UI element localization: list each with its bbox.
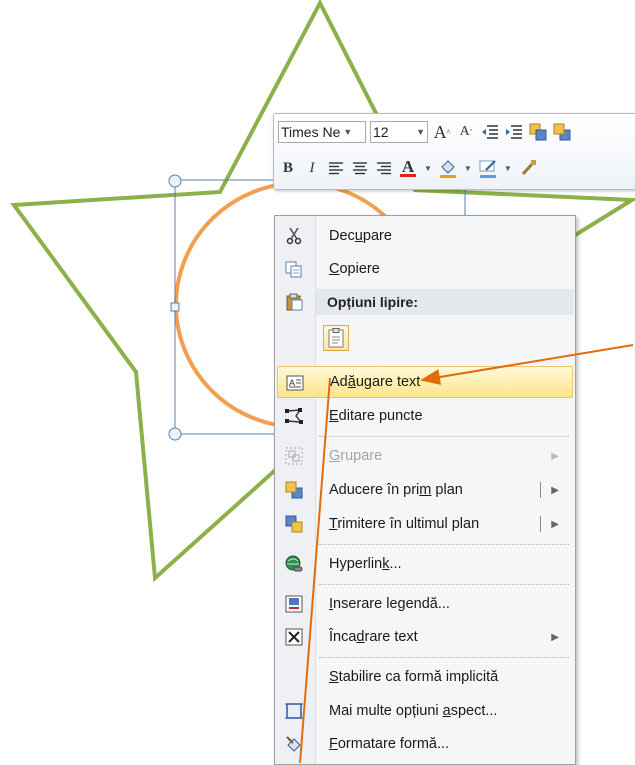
pen-outline-icon: [479, 160, 496, 178]
submenu-arrow-icon[interactable]: ▶: [551, 485, 559, 496]
resize-handle-bottom-left[interactable]: [168, 427, 182, 441]
align-left-icon: [329, 162, 343, 175]
align-right-icon: [377, 162, 391, 175]
context-menu: Decupare Copiere Opțiuni lipire: A Adăug…: [274, 215, 576, 765]
edit-points-icon: [285, 407, 303, 425]
menu-item-set-default-shape[interactable]: Stabilire ca formă implicită: [277, 661, 573, 693]
send-backward-icon: [285, 515, 303, 533]
mini-toolbar-row-1: Times Ne ▼ 12 ▼ A ^ Aˇ: [278, 118, 572, 146]
menu-item-label: Adăugare text: [330, 374, 421, 390]
decrease-indent-icon: [482, 125, 498, 139]
paint-bucket-icon: [439, 160, 456, 178]
chevron-down-icon[interactable]: ▼: [504, 164, 512, 173]
shape-fill-button[interactable]: [438, 157, 458, 179]
menu-item-label: Mai multe opțiuni aspect...: [329, 703, 498, 719]
menu-item-bring-forward[interactable]: Aducere în prim plan ▶: [277, 474, 573, 506]
menu-item-label: Formatare formă...: [329, 736, 450, 752]
shrink-font-button[interactable]: Aˇ: [456, 121, 476, 143]
caption-icon: [285, 595, 303, 613]
font-name-value: Times Ne: [281, 124, 341, 140]
bring-to-front-button[interactable]: [528, 121, 548, 143]
format-painter-icon: [521, 160, 536, 176]
resize-handle-left[interactable]: [170, 302, 180, 312]
paste-options-label: Opțiuni lipire:: [327, 294, 418, 310]
shape-outline-button[interactable]: [478, 157, 498, 179]
menu-item-label: Decupare: [329, 228, 392, 244]
menu-separator: [319, 584, 569, 585]
submenu-arrow-icon[interactable]: ▶: [551, 519, 559, 530]
menu-item-format-shape[interactable]: Formatare formă...: [277, 728, 573, 760]
menu-item-wrap-text[interactable]: Încadrare text ▶: [277, 621, 573, 653]
align-right-button[interactable]: [374, 157, 394, 179]
increase-indent-button[interactable]: [504, 121, 524, 143]
font-size-value: 12: [373, 124, 389, 140]
font-color-icon: A: [401, 156, 415, 176]
copy-icon: [285, 260, 303, 278]
paste-options-header: Opțiuni lipire:: [316, 289, 574, 315]
send-to-back-icon: [553, 123, 571, 141]
submenu-arrow-icon: ▶: [551, 450, 559, 462]
menu-item-more-layout-options[interactable]: Mai multe opțiuni aspect...: [277, 695, 573, 727]
menu-separator: [319, 544, 569, 545]
bold-button[interactable]: B: [278, 157, 298, 179]
chevron-down-icon[interactable]: ▼: [464, 164, 472, 173]
italic-button[interactable]: I: [302, 157, 322, 179]
align-center-icon: [353, 162, 367, 175]
layout-options-icon: [285, 702, 303, 720]
format-painter-button[interactable]: [518, 157, 538, 179]
increase-indent-icon: [506, 125, 522, 139]
menu-item-label: Încadrare text: [329, 629, 418, 645]
mini-toolbar: Times Ne ▼ 12 ▼ A ^ Aˇ B I A ▼ ▼ ▼: [273, 113, 635, 190]
chevron-down-icon: ▼: [343, 127, 353, 137]
chevron-down-icon: ▼: [416, 127, 425, 137]
shrink-font-icon: A: [459, 124, 470, 139]
menu-item-add-text[interactable]: A Adăugare text: [277, 366, 573, 398]
menu-item-cut[interactable]: Decupare: [277, 220, 573, 252]
hyperlink-icon: [285, 555, 303, 573]
menu-separator: [319, 436, 569, 437]
menu-item-copy[interactable]: Copiere: [277, 253, 573, 285]
menu-item-send-backward[interactable]: Trimitere în ultimul plan ▶: [277, 508, 573, 540]
decrease-indent-button[interactable]: [480, 121, 500, 143]
align-left-button[interactable]: [326, 157, 346, 179]
submenu-arrow-icon: ▶: [551, 631, 559, 643]
menu-item-label: Hyperlink...: [329, 556, 402, 572]
font-size-combo[interactable]: 12 ▼: [370, 121, 428, 143]
wrap-text-icon: [285, 628, 303, 646]
scissors-icon: [285, 227, 303, 245]
menu-item-label: Editare puncte: [329, 408, 423, 424]
format-shape-icon: [285, 735, 303, 753]
grow-font-icon: A: [433, 121, 447, 142]
menu-item-label: Stabilire ca formă implicită: [329, 669, 499, 685]
menu-item-hyperlink[interactable]: Hyperlink...: [277, 548, 573, 580]
font-name-combo[interactable]: Times Ne ▼: [278, 121, 366, 143]
grow-font-button[interactable]: A ^: [432, 121, 452, 143]
clipboard-icon: [328, 328, 344, 348]
paste-keep-text-only-button[interactable]: [323, 325, 349, 351]
mini-toolbar-row-2: B I A ▼ ▼ ▼: [278, 154, 538, 182]
bring-forward-icon: [285, 481, 303, 499]
menu-item-label: Aducere în prim plan: [329, 482, 463, 498]
menu-item-insert-caption[interactable]: Inserare legendă...: [277, 588, 573, 620]
send-to-back-button[interactable]: [552, 121, 572, 143]
font-color-swatch: [400, 173, 416, 177]
font-color-button[interactable]: A: [398, 157, 418, 179]
textbox-icon: A: [286, 374, 304, 392]
menu-item-label: Trimitere în ultimul plan: [329, 516, 480, 532]
bring-to-front-icon: [529, 123, 547, 141]
menu-item-label: Inserare legendă...: [329, 596, 450, 612]
split-divider: [540, 516, 541, 532]
align-center-button[interactable]: [350, 157, 370, 179]
menu-separator: [319, 657, 569, 658]
paste-icon: [285, 293, 303, 311]
group-icon: [285, 447, 303, 465]
split-divider: [540, 482, 541, 498]
menu-item-group: Grupare ▶: [277, 440, 573, 472]
chevron-down-icon[interactable]: ▼: [424, 164, 432, 173]
menu-item-edit-points[interactable]: Editare puncte: [277, 400, 573, 432]
resize-handle-top-left[interactable]: [168, 174, 182, 188]
menu-item-label: Grupare: [329, 448, 383, 464]
menu-item-label: Copiere: [329, 261, 380, 277]
